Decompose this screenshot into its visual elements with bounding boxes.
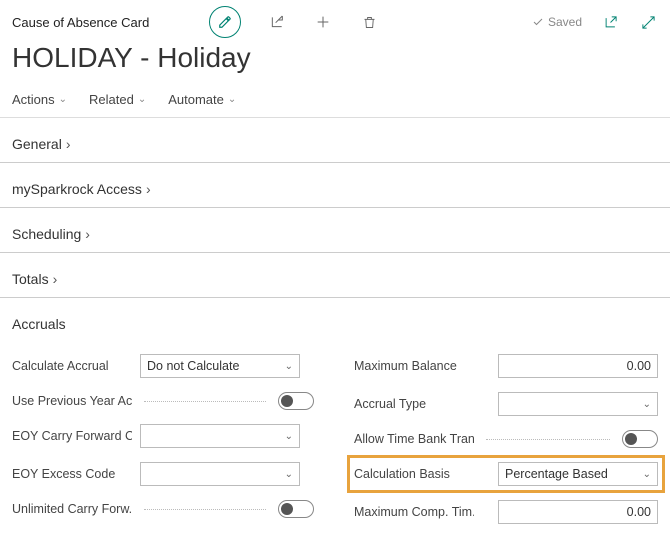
label-use-prev-year: Use Previous Year Acc... (12, 394, 132, 408)
select-accrual-type[interactable]: ⌄ (498, 392, 658, 416)
page-title: HOLIDAY - Holiday (0, 38, 670, 86)
edit-icon[interactable] (209, 6, 241, 38)
chevron-down-icon: ⌄ (285, 469, 293, 480)
add-icon[interactable] (313, 12, 333, 32)
share-icon[interactable] (267, 12, 287, 32)
popout-icon[interactable] (600, 12, 620, 32)
label-eoy-excess: EOY Excess Code (12, 467, 132, 481)
label-accrual-type: Accrual Type (354, 397, 474, 411)
delete-icon[interactable] (359, 12, 379, 32)
section-general[interactable]: General› (12, 136, 658, 152)
chevron-down-icon: ⌄ (285, 361, 293, 372)
menu-related[interactable]: Related⌄ (89, 92, 146, 107)
expand-icon[interactable] (638, 12, 658, 32)
chevron-down-icon: ⌄ (59, 94, 67, 105)
label-unlimited-carry: Unlimited Carry Forw... (12, 502, 132, 516)
section-accruals[interactable]: Accruals (12, 316, 658, 332)
saved-status: Saved (532, 15, 582, 29)
menu-automate[interactable]: Automate⌄ (168, 92, 236, 107)
chevron-down-icon: ⌄ (228, 94, 236, 105)
chevron-down-icon: ⌄ (643, 469, 651, 480)
chevron-right-icon: › (53, 271, 58, 287)
chevron-down-icon: ⌄ (643, 399, 651, 410)
chevron-down-icon: ⌄ (285, 431, 293, 442)
label-eoy-carry-fwd: EOY Carry Forward Co... (12, 429, 132, 443)
card-label: Cause of Absence Card (12, 15, 149, 30)
select-calc-basis[interactable]: Percentage Based⌄ (498, 462, 658, 486)
chevron-right-icon: › (66, 136, 71, 152)
menu-actions[interactable]: Actions⌄ (12, 92, 67, 107)
select-eoy-excess[interactable]: ⌄ (140, 462, 300, 486)
label-max-balance: Maximum Balance (354, 359, 474, 373)
toggle-unlimited-carry[interactable] (278, 500, 314, 518)
toggle-use-prev-year[interactable] (278, 392, 314, 410)
chevron-right-icon: › (85, 226, 90, 242)
label-calculate-accrual: Calculate Accrual (12, 359, 132, 373)
label-max-comp-time: Maximum Comp. Tim... (354, 505, 474, 519)
input-max-balance[interactable]: 0.00 (498, 354, 658, 378)
section-mysparkrock[interactable]: mySparkrock Access› (12, 181, 658, 197)
select-calculate-accrual[interactable]: Do not Calculate⌄ (140, 354, 300, 378)
select-eoy-carry-fwd[interactable]: ⌄ (140, 424, 300, 448)
section-scheduling[interactable]: Scheduling› (12, 226, 658, 242)
label-calc-basis: Calculation Basis (354, 467, 474, 481)
chevron-down-icon: ⌄ (138, 94, 146, 105)
chevron-right-icon: › (146, 181, 151, 197)
label-allow-time-bank: Allow Time Bank Tran... (354, 432, 474, 446)
section-totals[interactable]: Totals› (12, 271, 658, 287)
toggle-allow-time-bank[interactable] (622, 430, 658, 448)
input-max-comp-time[interactable]: 0.00 (498, 500, 658, 524)
